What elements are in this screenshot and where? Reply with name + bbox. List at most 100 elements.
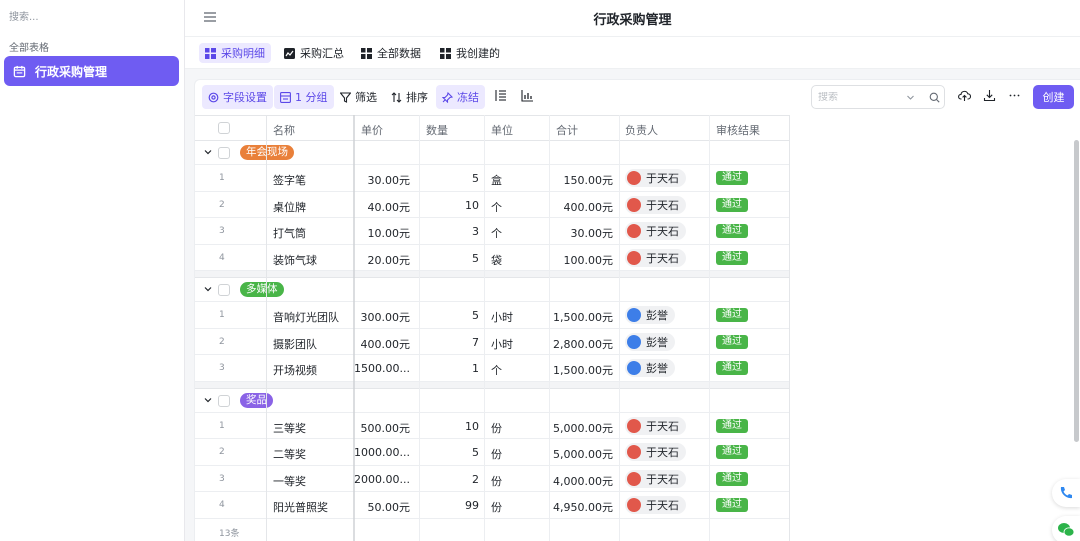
owner-chip[interactable]: 彭誉 (625, 359, 675, 377)
search-icon[interactable] (929, 92, 940, 103)
col-header-price[interactable]: 单价 (361, 122, 383, 138)
table-row[interactable]: 2 桌位牌 40.00元 10 个 400.00元 于天石 通过 (195, 191, 790, 218)
cell-qty[interactable]: 5 (472, 252, 479, 265)
cell-unit[interactable]: 个 (491, 362, 502, 378)
table-row[interactable]: 3 开场视频 1500.00... 1 个 1,500.00元 彭誉 通过 (195, 355, 790, 382)
table-row[interactable]: 1 音响灯光团队 300.00元 5 小时 1,500.00元 彭誉 通过 (195, 302, 790, 329)
table-search[interactable] (811, 85, 945, 109)
status-badge[interactable]: 通过 (716, 197, 748, 212)
status-badge[interactable]: 通过 (716, 308, 748, 322)
wechat-support-button[interactable] (1052, 516, 1080, 541)
cell-total[interactable]: 400.00元 (564, 199, 614, 215)
cell-qty[interactable]: 99 (465, 499, 479, 512)
cell-total[interactable]: 5,000.00元 (553, 446, 613, 462)
group-checkbox[interactable] (218, 394, 230, 407)
cell-unit[interactable]: 盒 (491, 172, 502, 188)
chevron-down-icon[interactable] (906, 93, 915, 102)
vertical-scrollbar[interactable] (1074, 140, 1079, 442)
field-settings-button[interactable]: 字段设置 (202, 85, 273, 109)
status-badge[interactable]: 通过 (716, 418, 748, 433)
cell-name[interactable]: 一等奖 (273, 473, 306, 489)
cell-unit[interactable]: 袋 (491, 252, 502, 268)
table-row[interactable]: 1 三等奖 500.00元 10 份 5,000.00元 于天石 通过 (195, 412, 790, 439)
table-row[interactable]: 2 摄影团队 400.00元 7 小时 2,800.00元 彭誉 通过 (195, 328, 790, 355)
cell-qty[interactable]: 5 (472, 172, 479, 185)
cell-price[interactable]: 1500.00... (354, 362, 410, 375)
col-header-owner[interactable]: 负责人 (625, 122, 658, 138)
cell-price[interactable]: 50.00元 (368, 499, 411, 515)
table-row[interactable]: 2 二等奖 1000.00... 5 份 5,000.00元 于天石 通过 (195, 439, 790, 466)
col-header-unit[interactable]: 单位 (491, 122, 513, 138)
table-row[interactable]: 4 装饰气球 20.00元 5 袋 100.00元 于天石 通过 (195, 244, 790, 271)
cell-name[interactable]: 打气筒 (273, 225, 306, 241)
cell-total[interactable]: 150.00元 (564, 172, 614, 188)
cell-total[interactable]: 4,950.00元 (553, 499, 613, 515)
table-row[interactable]: 4 阳光普照奖 50.00元 99 份 4,950.00元 于天石 通过 (195, 492, 790, 519)
owner-chip[interactable]: 于天石 (625, 496, 686, 514)
cell-qty[interactable]: 10 (465, 199, 479, 212)
owner-chip[interactable]: 于天石 (625, 248, 686, 267)
tab-procurement-summary[interactable]: 采购汇总 (278, 43, 350, 63)
cell-total[interactable]: 1,500.00元 (553, 309, 613, 325)
chart-icon[interactable] (521, 89, 534, 102)
cell-name[interactable]: 开场视频 (273, 362, 317, 378)
more-icon[interactable] (1008, 89, 1021, 102)
table-row[interactable]: 3 打气筒 10.00元 3 个 30.00元 于天石 通过 (195, 218, 790, 245)
cell-name[interactable]: 摄影团队 (273, 336, 317, 352)
cell-unit[interactable]: 份 (491, 446, 502, 462)
cell-price[interactable]: 20.00元 (368, 252, 411, 268)
status-badge[interactable]: 通过 (716, 498, 748, 512)
cell-unit[interactable]: 小时 (491, 336, 513, 352)
cell-price[interactable]: 1000.00... (354, 446, 410, 459)
search-input[interactable] (818, 91, 896, 103)
cell-unit[interactable]: 个 (491, 225, 502, 241)
group-checkbox[interactable] (218, 147, 230, 159)
cell-price[interactable]: 30.00元 (368, 172, 411, 188)
cell-total[interactable]: 1,500.00元 (553, 362, 613, 378)
freeze-button[interactable]: 冻结 (436, 85, 485, 109)
cell-unit[interactable]: 个 (491, 199, 502, 215)
cell-total[interactable]: 2,800.00元 (553, 336, 613, 352)
owner-chip[interactable]: 彭誉 (625, 306, 675, 324)
status-badge[interactable]: 通过 (716, 334, 748, 349)
cell-name[interactable]: 二等奖 (273, 446, 306, 462)
group-header-row[interactable]: 多媒体 (195, 278, 790, 302)
owner-chip[interactable]: 于天石 (625, 416, 686, 435)
tab-all-data[interactable]: 全部数据 (355, 43, 427, 63)
col-header-total[interactable]: 合计 (556, 122, 578, 138)
chevron-down-icon[interactable] (203, 284, 213, 294)
cell-price[interactable]: 40.00元 (368, 199, 411, 215)
cell-qty[interactable]: 7 (472, 336, 479, 349)
group-button[interactable]: 1 分组 (274, 85, 334, 109)
cell-qty[interactable]: 3 (472, 225, 479, 238)
create-button[interactable]: 创建 (1033, 85, 1074, 109)
cell-unit[interactable]: 份 (491, 473, 502, 489)
group-header-row[interactable]: 年会现场 (195, 141, 790, 165)
cell-total[interactable]: 4,000.00元 (553, 473, 613, 489)
status-badge[interactable]: 通过 (716, 224, 748, 238)
cell-name[interactable]: 桌位牌 (273, 199, 306, 215)
col-header-result[interactable]: 审核结果 (716, 122, 760, 138)
sort-button[interactable]: 排序 (385, 85, 434, 109)
cell-total[interactable]: 100.00元 (564, 252, 614, 268)
chevron-down-icon[interactable] (203, 147, 213, 157)
status-badge[interactable]: 通过 (716, 361, 748, 375)
row-height-icon[interactable] (494, 89, 507, 102)
tab-created-by-me[interactable]: 我创建的 (434, 43, 506, 63)
sidebar-search[interactable]: 搜索... (9, 8, 39, 23)
col-header-qty[interactable]: 数量 (426, 122, 448, 138)
sidebar-item-admin-procurement[interactable]: 行政采购管理 (4, 56, 179, 86)
status-badge[interactable]: 通过 (716, 171, 748, 185)
cell-unit[interactable]: 份 (491, 499, 502, 515)
cell-price[interactable]: 300.00元 (361, 309, 411, 325)
status-badge[interactable]: 通过 (716, 445, 748, 459)
cell-unit[interactable]: 份 (491, 420, 502, 436)
cell-qty[interactable]: 10 (465, 420, 479, 433)
cell-name[interactable]: 音响灯光团队 (273, 309, 339, 325)
cell-qty[interactable]: 2 (472, 473, 479, 486)
group-checkbox[interactable] (218, 284, 230, 296)
owner-chip[interactable]: 于天石 (625, 222, 686, 240)
cell-unit[interactable]: 小时 (491, 309, 513, 325)
cell-qty[interactable]: 5 (472, 446, 479, 459)
download-icon[interactable] (983, 89, 996, 102)
